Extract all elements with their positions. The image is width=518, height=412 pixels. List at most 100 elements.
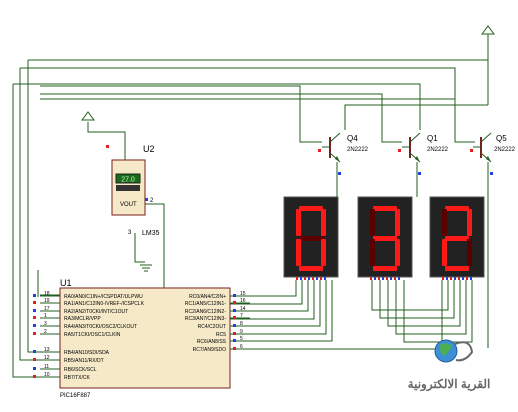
display-pin — [378, 277, 380, 280]
pin-number: 16 — [240, 298, 246, 304]
display-pin — [398, 277, 400, 280]
pin-number: 9 — [240, 329, 243, 335]
segment-g — [299, 236, 323, 241]
segment-f — [370, 209, 375, 236]
pin-label: RB6/SCK/SCL — [64, 367, 97, 373]
pin-marker — [106, 145, 109, 148]
segment-d — [445, 266, 469, 271]
pin-label: RC2/AN6/C12IN2- — [185, 309, 226, 315]
lm35-button[interactable] — [116, 185, 140, 191]
pin-number: 10 — [44, 372, 50, 378]
pin-marker — [33, 309, 36, 312]
pin-number: 7 — [240, 313, 243, 319]
power-arrow-icon — [481, 25, 495, 35]
pin-label: RA4/AN3/T0CKI/OSC2/CLKOUT — [64, 324, 137, 330]
pin-marker — [233, 301, 236, 304]
pin-label: RB5/AN11/RX/DT — [64, 358, 104, 364]
display-pin — [324, 277, 326, 280]
pin-marker — [233, 347, 236, 350]
lm35-vout-label: VOUT — [120, 202, 137, 208]
segment-b — [321, 209, 326, 236]
u1-ref: U1 — [60, 278, 72, 288]
pin-number: 14 — [240, 306, 246, 312]
pin-marker — [233, 316, 236, 319]
transistor-part: 2N2222 — [494, 147, 516, 153]
display-pin — [450, 277, 452, 280]
pin-label: RA2/AN2/T0CKI/INT/C1OUT — [64, 309, 128, 315]
transistor-q1[interactable]: Q1 2N2222 — [398, 132, 449, 175]
display-pin — [386, 277, 388, 280]
display-pin — [300, 277, 302, 280]
pin-marker — [233, 309, 236, 312]
segment-f — [442, 209, 447, 236]
pin-label: RB4/AN10/SDI/SDA — [64, 350, 110, 356]
pin-marker — [33, 324, 36, 327]
lm35-sensor[interactable]: 27.0 VOUT 2 3 U2 LM35 — [81, 111, 160, 237]
logo-mark-icon — [454, 341, 474, 362]
pin-number: 8 — [240, 321, 243, 327]
segment-b — [467, 209, 472, 236]
transistor-ref: Q4 — [347, 134, 358, 143]
pin-marker — [33, 316, 36, 319]
display-pin — [316, 277, 318, 280]
pin-marker — [233, 294, 236, 297]
pin-label: RC6/AN8/SS — [197, 339, 227, 345]
pin-number: 1 — [44, 313, 47, 319]
transistor-ref: Q5 — [496, 134, 507, 143]
pin-number: 12 — [44, 355, 50, 361]
pin-marker — [33, 367, 36, 370]
segment-d — [373, 266, 397, 271]
pin-number: 11 — [44, 364, 49, 370]
pin-marker — [33, 358, 36, 361]
transistor-ref: Q1 — [427, 134, 438, 143]
display-pin — [374, 277, 376, 280]
display-pin — [454, 277, 456, 280]
transistor-q4[interactable]: Q4 2N2222 — [318, 132, 369, 175]
segment-d — [299, 266, 323, 271]
pic16f887-chip[interactable]: U1 18 RA0/AN0/C1IN+/ICSPDAT/ULPWU19 RA1/AN… — [33, 278, 250, 399]
pin-label: RC1/AN5/C12IN1- — [185, 301, 226, 307]
pin-marker — [145, 198, 148, 201]
pin-number: 13 — [44, 347, 50, 353]
pin-label: RC3/AN7/C12IN3- — [185, 316, 226, 322]
pin-label: RC0/AN4/C2IN+ — [189, 294, 226, 300]
segment-g — [373, 236, 397, 241]
schematic-svg[interactable]: 27.0 VOUT 2 3 U2 LM35 Q4 2N2222 Q1 2N222… — [0, 0, 518, 407]
pin-number: 18 — [44, 291, 50, 297]
display-pin — [442, 277, 444, 280]
segment-a — [373, 206, 397, 211]
lm35-pin-out: 2 — [150, 198, 154, 204]
pin-label: RA0/AN0/C1IN+/ICSPDAT/ULPWU — [64, 294, 143, 300]
pin-marker — [33, 294, 36, 297]
logo-text: القرية الالكترونية — [408, 377, 491, 392]
segment-c — [321, 239, 326, 266]
pin-label: RA5/T1CKI/OSC1/CLKIN — [64, 332, 121, 338]
lm35-part: LM35 — [142, 230, 160, 237]
display-pin — [458, 277, 460, 280]
segment-g — [445, 236, 469, 241]
display-pin — [470, 277, 472, 280]
lm35-pin-gnd: 3 — [128, 230, 132, 236]
display-pin — [466, 277, 468, 280]
transistor-q5[interactable]: Q5 2N2222 — [470, 132, 516, 175]
lm35-ref: U2 — [143, 144, 155, 154]
segment-c — [395, 239, 400, 266]
seven-segment-display-2 — [357, 196, 413, 280]
transistor-part: 2N2222 — [347, 147, 369, 153]
pin-marker — [33, 350, 36, 353]
schematic-canvas[interactable]: 27.0 VOUT 2 3 U2 LM35 Q4 2N2222 Q1 2N222… — [0, 0, 518, 407]
pin-label: RC7/AN9/SDO — [193, 347, 226, 353]
display-pin — [462, 277, 464, 280]
pin-number: 15 — [240, 291, 246, 297]
pin-number: 17 — [44, 306, 50, 312]
display-pin — [296, 277, 298, 280]
segment-c — [467, 239, 472, 266]
display-pin — [370, 277, 372, 280]
pin-marker — [233, 332, 236, 335]
pin-number: 2 — [44, 329, 47, 335]
display-pin — [320, 277, 322, 280]
pin-marker — [33, 301, 36, 304]
segment-a — [299, 206, 323, 211]
pin-label: RA3/MCLR/VPP — [64, 316, 101, 322]
display-pin — [308, 277, 310, 280]
